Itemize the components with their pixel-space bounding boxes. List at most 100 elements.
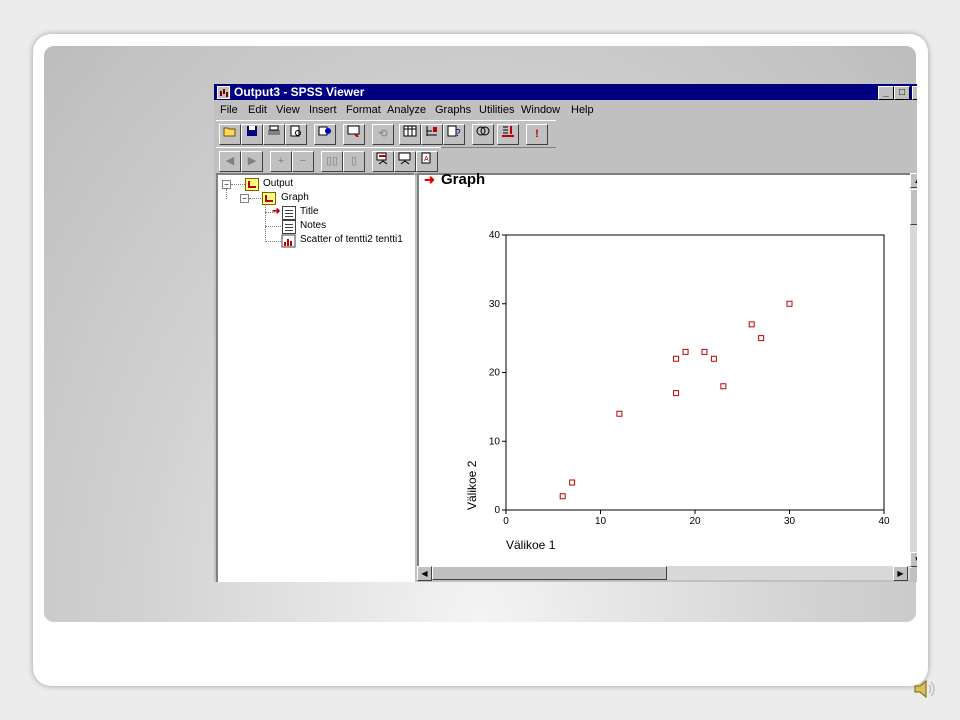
app-icon[interactable] — [217, 86, 230, 99]
menu-bar: File Edit View Insert Format Analyze Gra… — [214, 101, 917, 119]
menu-help[interactable]: Help — [571, 104, 594, 116]
maximize-button[interactable]: □ — [894, 86, 910, 100]
expand-icon[interactable]: + — [270, 151, 292, 172]
save-icon[interactable] — [241, 124, 263, 145]
open-icon[interactable] — [219, 124, 241, 145]
tree-line — [265, 226, 281, 227]
vertical-scrollbar[interactable]: ▲ ▼ — [910, 173, 917, 567]
collapse-graph-icon[interactable]: − — [240, 194, 249, 203]
menu-graphs[interactable]: Graphs — [435, 104, 471, 116]
use-sets-icon[interactable] — [472, 124, 494, 145]
tree-line — [265, 241, 281, 242]
book-icon — [245, 178, 259, 191]
x-tick-label: 30 — [784, 516, 796, 527]
plot-frame — [505, 234, 885, 511]
scatter-point — [758, 335, 765, 342]
collapse-icon[interactable]: − — [292, 151, 314, 172]
collapse-output-icon[interactable]: − — [222, 180, 231, 189]
print-preview-icon[interactable] — [285, 124, 307, 145]
vertical-scroll-thumb[interactable] — [910, 189, 917, 225]
menu-file[interactable]: File — [220, 104, 238, 116]
menu-format[interactable]: Format — [346, 104, 381, 116]
x-tick-label: 10 — [595, 516, 607, 527]
scatter-point — [682, 348, 689, 355]
y-axis-label: Välikoe 2 — [465, 460, 479, 510]
scroll-up-icon[interactable]: ▲ — [910, 173, 917, 188]
notes-doc-icon — [282, 220, 296, 234]
designate-window-icon[interactable] — [497, 124, 519, 145]
insert-heading-icon[interactable] — [372, 151, 394, 172]
outline-output[interactable]: Output — [263, 178, 293, 189]
svg-text:?: ? — [455, 128, 461, 137]
spss-viewer-window: Output3 - SPSS Viewer _ □ × File Edit Vi… — [214, 84, 917, 582]
y-tick-label: 40 — [489, 230, 501, 241]
y-tick-label: 30 — [489, 299, 501, 310]
selected-arrow-icon: ➜ — [272, 206, 281, 217]
menu-utilities[interactable]: Utilities — [479, 104, 514, 116]
output-content-pane[interactable]: ➜ Graph 0 10 20 30 40 0 10 20 30 40 Välikoe 1 Välik… — [417, 171, 912, 568]
y-tick-label: 20 — [489, 368, 501, 379]
scatter-point — [748, 321, 755, 328]
tree-line — [231, 184, 245, 185]
window-title: Output3 - SPSS Viewer — [234, 85, 365, 99]
outline-notes[interactable]: Notes — [300, 220, 326, 231]
speaker-icon[interactable] — [912, 676, 938, 702]
outline-pane[interactable]: − Output − Graph ➜ Title Notes Scatter o… — [216, 173, 415, 582]
minimize-button[interactable]: _ — [878, 86, 894, 100]
promote-icon[interactable]: ◀ — [219, 151, 241, 172]
menu-insert[interactable]: Insert — [309, 104, 337, 116]
outline-graph[interactable]: Graph — [281, 192, 309, 203]
goto-case-icon[interactable] — [421, 124, 443, 145]
goto-data-icon[interactable] — [399, 124, 421, 145]
demote-icon[interactable]: ▶ — [241, 151, 263, 172]
menu-view[interactable]: View — [276, 104, 300, 116]
chart-icon — [281, 234, 296, 248]
hide-icon[interactable]: ▯ — [343, 151, 365, 172]
title-bar[interactable]: Output3 - SPSS Viewer _ □ × — [214, 84, 917, 100]
y-tick-label: 0 — [494, 505, 500, 516]
scatter-point — [569, 479, 576, 486]
variables-icon[interactable]: ? — [443, 124, 465, 145]
scatter-point — [673, 390, 680, 397]
dialog-recall-icon[interactable] — [343, 124, 365, 145]
x-tick-label: 0 — [503, 516, 509, 527]
scroll-left-icon[interactable]: ◀ — [417, 566, 432, 581]
insert-text-icon[interactable]: A — [416, 151, 438, 172]
scatter-point — [616, 410, 623, 417]
scatter-point — [786, 300, 793, 307]
undo-icon[interactable]: ⟲ — [372, 124, 394, 145]
print-icon[interactable] — [263, 124, 285, 145]
insert-title-icon[interactable] — [394, 151, 416, 172]
svg-text:A: A — [424, 156, 429, 163]
scroll-down-icon[interactable]: ▼ — [910, 552, 917, 567]
show-icon[interactable]: ▯▯ — [321, 151, 343, 172]
x-axis-label: Välikoe 1 — [506, 538, 556, 552]
tree-line — [226, 189, 227, 199]
export-icon[interactable] — [314, 124, 336, 145]
x-tick-label: 20 — [689, 516, 701, 527]
x-tick-label: 40 — [878, 516, 890, 527]
outline-scatter[interactable]: Scatter of tentti2 tentti1 — [300, 234, 403, 245]
title-doc-icon — [282, 206, 296, 220]
menu-window[interactable]: Window — [521, 104, 560, 116]
tree-line — [249, 198, 261, 199]
scatter-point — [559, 493, 566, 500]
menu-analyze[interactable]: Analyze — [387, 104, 426, 116]
tree-line — [265, 204, 266, 242]
run-icon[interactable]: ! — [526, 124, 548, 145]
outline-title[interactable]: Title — [300, 206, 319, 217]
menu-edit[interactable]: Edit — [248, 104, 267, 116]
horizontal-scrollbar[interactable]: ◀ ▶ — [417, 566, 910, 581]
scatter-point — [673, 355, 680, 362]
scatter-plot[interactable]: 0 10 20 30 40 0 10 20 30 40 Välikoe 1 Välikoe 2 — [419, 175, 912, 568]
y-tick-label: 10 — [489, 436, 501, 447]
scatter-point — [720, 383, 727, 390]
close-button[interactable]: × — [912, 86, 917, 100]
outline-toolbar: ◀ ▶ + − ▯▯ ▯ A — [216, 147, 441, 175]
scatter-point — [710, 355, 717, 362]
slide-panel: Output3 - SPSS Viewer _ □ × File Edit Vi… — [44, 46, 917, 622]
main-toolbar: ⟲ ? ! — [216, 120, 556, 148]
scatter-point — [701, 348, 708, 355]
scroll-right-icon[interactable]: ▶ — [893, 566, 908, 581]
horizontal-scroll-thumb[interactable] — [432, 566, 667, 580]
